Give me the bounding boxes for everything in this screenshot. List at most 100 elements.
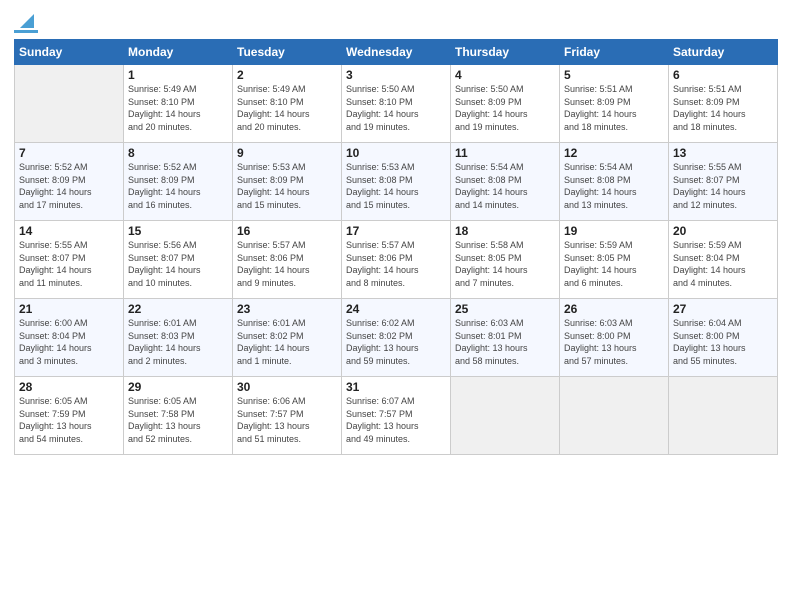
day-number: 14 <box>19 224 119 238</box>
day-number: 27 <box>673 302 773 316</box>
calendar-cell: 19Sunrise: 5:59 AM Sunset: 8:05 PM Dayli… <box>560 221 669 299</box>
day-info: Sunrise: 6:01 AM Sunset: 8:02 PM Dayligh… <box>237 317 337 367</box>
day-number: 18 <box>455 224 555 238</box>
day-number: 9 <box>237 146 337 160</box>
calendar-cell: 21Sunrise: 6:00 AM Sunset: 8:04 PM Dayli… <box>15 299 124 377</box>
calendar-cell: 28Sunrise: 6:05 AM Sunset: 7:59 PM Dayli… <box>15 377 124 455</box>
day-number: 22 <box>128 302 228 316</box>
calendar-cell: 23Sunrise: 6:01 AM Sunset: 8:02 PM Dayli… <box>233 299 342 377</box>
day-number: 29 <box>128 380 228 394</box>
calendar-cell: 14Sunrise: 5:55 AM Sunset: 8:07 PM Dayli… <box>15 221 124 299</box>
day-info: Sunrise: 5:50 AM Sunset: 8:09 PM Dayligh… <box>455 83 555 133</box>
day-header-wednesday: Wednesday <box>342 40 451 65</box>
day-info: Sunrise: 5:53 AM Sunset: 8:08 PM Dayligh… <box>346 161 446 211</box>
day-number: 3 <box>346 68 446 82</box>
day-info: Sunrise: 6:03 AM Sunset: 8:01 PM Dayligh… <box>455 317 555 367</box>
day-number: 30 <box>237 380 337 394</box>
calendar-cell <box>451 377 560 455</box>
day-info: Sunrise: 6:00 AM Sunset: 8:04 PM Dayligh… <box>19 317 119 367</box>
day-number: 31 <box>346 380 446 394</box>
day-info: Sunrise: 5:51 AM Sunset: 8:09 PM Dayligh… <box>673 83 773 133</box>
calendar-cell: 18Sunrise: 5:58 AM Sunset: 8:05 PM Dayli… <box>451 221 560 299</box>
day-number: 23 <box>237 302 337 316</box>
calendar-cell: 9Sunrise: 5:53 AM Sunset: 8:09 PM Daylig… <box>233 143 342 221</box>
day-header-sunday: Sunday <box>15 40 124 65</box>
day-header-thursday: Thursday <box>451 40 560 65</box>
day-number: 24 <box>346 302 446 316</box>
calendar-cell: 16Sunrise: 5:57 AM Sunset: 8:06 PM Dayli… <box>233 221 342 299</box>
calendar-cell <box>669 377 778 455</box>
day-header-saturday: Saturday <box>669 40 778 65</box>
calendar-cell: 5Sunrise: 5:51 AM Sunset: 8:09 PM Daylig… <box>560 65 669 143</box>
header-row: SundayMondayTuesdayWednesdayThursdayFrid… <box>15 40 778 65</box>
calendar-table: SundayMondayTuesdayWednesdayThursdayFrid… <box>14 39 778 455</box>
day-header-friday: Friday <box>560 40 669 65</box>
calendar-cell: 4Sunrise: 5:50 AM Sunset: 8:09 PM Daylig… <box>451 65 560 143</box>
day-info: Sunrise: 5:59 AM Sunset: 8:05 PM Dayligh… <box>564 239 664 289</box>
day-number: 13 <box>673 146 773 160</box>
day-number: 19 <box>564 224 664 238</box>
calendar-cell <box>15 65 124 143</box>
day-number: 7 <box>19 146 119 160</box>
day-info: Sunrise: 5:54 AM Sunset: 8:08 PM Dayligh… <box>564 161 664 211</box>
day-number: 21 <box>19 302 119 316</box>
calendar-cell <box>560 377 669 455</box>
day-number: 26 <box>564 302 664 316</box>
logo <box>14 10 38 33</box>
calendar-cell: 1Sunrise: 5:49 AM Sunset: 8:10 PM Daylig… <box>124 65 233 143</box>
calendar-cell: 13Sunrise: 5:55 AM Sunset: 8:07 PM Dayli… <box>669 143 778 221</box>
logo-divider <box>14 30 38 33</box>
calendar-cell: 3Sunrise: 5:50 AM Sunset: 8:10 PM Daylig… <box>342 65 451 143</box>
calendar-cell: 11Sunrise: 5:54 AM Sunset: 8:08 PM Dayli… <box>451 143 560 221</box>
logo-icon <box>16 10 38 32</box>
calendar-cell: 27Sunrise: 6:04 AM Sunset: 8:00 PM Dayli… <box>669 299 778 377</box>
calendar-cell: 30Sunrise: 6:06 AM Sunset: 7:57 PM Dayli… <box>233 377 342 455</box>
day-info: Sunrise: 5:54 AM Sunset: 8:08 PM Dayligh… <box>455 161 555 211</box>
day-info: Sunrise: 5:49 AM Sunset: 8:10 PM Dayligh… <box>128 83 228 133</box>
day-info: Sunrise: 5:50 AM Sunset: 8:10 PM Dayligh… <box>346 83 446 133</box>
week-row-0: 1Sunrise: 5:49 AM Sunset: 8:10 PM Daylig… <box>15 65 778 143</box>
day-number: 1 <box>128 68 228 82</box>
day-info: Sunrise: 5:51 AM Sunset: 8:09 PM Dayligh… <box>564 83 664 133</box>
calendar-cell: 17Sunrise: 5:57 AM Sunset: 8:06 PM Dayli… <box>342 221 451 299</box>
day-info: Sunrise: 5:58 AM Sunset: 8:05 PM Dayligh… <box>455 239 555 289</box>
day-info: Sunrise: 5:55 AM Sunset: 8:07 PM Dayligh… <box>673 161 773 211</box>
day-number: 2 <box>237 68 337 82</box>
day-number: 5 <box>564 68 664 82</box>
day-info: Sunrise: 6:05 AM Sunset: 7:58 PM Dayligh… <box>128 395 228 445</box>
day-info: Sunrise: 5:55 AM Sunset: 8:07 PM Dayligh… <box>19 239 119 289</box>
calendar-cell: 2Sunrise: 5:49 AM Sunset: 8:10 PM Daylig… <box>233 65 342 143</box>
day-info: Sunrise: 5:59 AM Sunset: 8:04 PM Dayligh… <box>673 239 773 289</box>
day-header-tuesday: Tuesday <box>233 40 342 65</box>
calendar-cell: 25Sunrise: 6:03 AM Sunset: 8:01 PM Dayli… <box>451 299 560 377</box>
day-number: 4 <box>455 68 555 82</box>
calendar-cell: 15Sunrise: 5:56 AM Sunset: 8:07 PM Dayli… <box>124 221 233 299</box>
day-info: Sunrise: 5:57 AM Sunset: 8:06 PM Dayligh… <box>237 239 337 289</box>
day-info: Sunrise: 5:57 AM Sunset: 8:06 PM Dayligh… <box>346 239 446 289</box>
week-row-2: 14Sunrise: 5:55 AM Sunset: 8:07 PM Dayli… <box>15 221 778 299</box>
calendar-cell: 10Sunrise: 5:53 AM Sunset: 8:08 PM Dayli… <box>342 143 451 221</box>
day-info: Sunrise: 5:52 AM Sunset: 8:09 PM Dayligh… <box>19 161 119 211</box>
day-number: 16 <box>237 224 337 238</box>
calendar-cell: 22Sunrise: 6:01 AM Sunset: 8:03 PM Dayli… <box>124 299 233 377</box>
day-number: 15 <box>128 224 228 238</box>
day-number: 17 <box>346 224 446 238</box>
day-number: 12 <box>564 146 664 160</box>
day-info: Sunrise: 6:02 AM Sunset: 8:02 PM Dayligh… <box>346 317 446 367</box>
calendar-cell: 12Sunrise: 5:54 AM Sunset: 8:08 PM Dayli… <box>560 143 669 221</box>
page-container: SundayMondayTuesdayWednesdayThursdayFrid… <box>0 0 792 612</box>
day-info: Sunrise: 6:01 AM Sunset: 8:03 PM Dayligh… <box>128 317 228 367</box>
day-number: 6 <box>673 68 773 82</box>
calendar-cell: 8Sunrise: 5:52 AM Sunset: 8:09 PM Daylig… <box>124 143 233 221</box>
week-row-3: 21Sunrise: 6:00 AM Sunset: 8:04 PM Dayli… <box>15 299 778 377</box>
calendar-cell: 7Sunrise: 5:52 AM Sunset: 8:09 PM Daylig… <box>15 143 124 221</box>
day-number: 10 <box>346 146 446 160</box>
calendar-cell: 24Sunrise: 6:02 AM Sunset: 8:02 PM Dayli… <box>342 299 451 377</box>
day-number: 11 <box>455 146 555 160</box>
day-info: Sunrise: 6:06 AM Sunset: 7:57 PM Dayligh… <box>237 395 337 445</box>
day-number: 8 <box>128 146 228 160</box>
day-info: Sunrise: 6:07 AM Sunset: 7:57 PM Dayligh… <box>346 395 446 445</box>
day-info: Sunrise: 6:03 AM Sunset: 8:00 PM Dayligh… <box>564 317 664 367</box>
day-info: Sunrise: 6:05 AM Sunset: 7:59 PM Dayligh… <box>19 395 119 445</box>
day-info: Sunrise: 5:53 AM Sunset: 8:09 PM Dayligh… <box>237 161 337 211</box>
